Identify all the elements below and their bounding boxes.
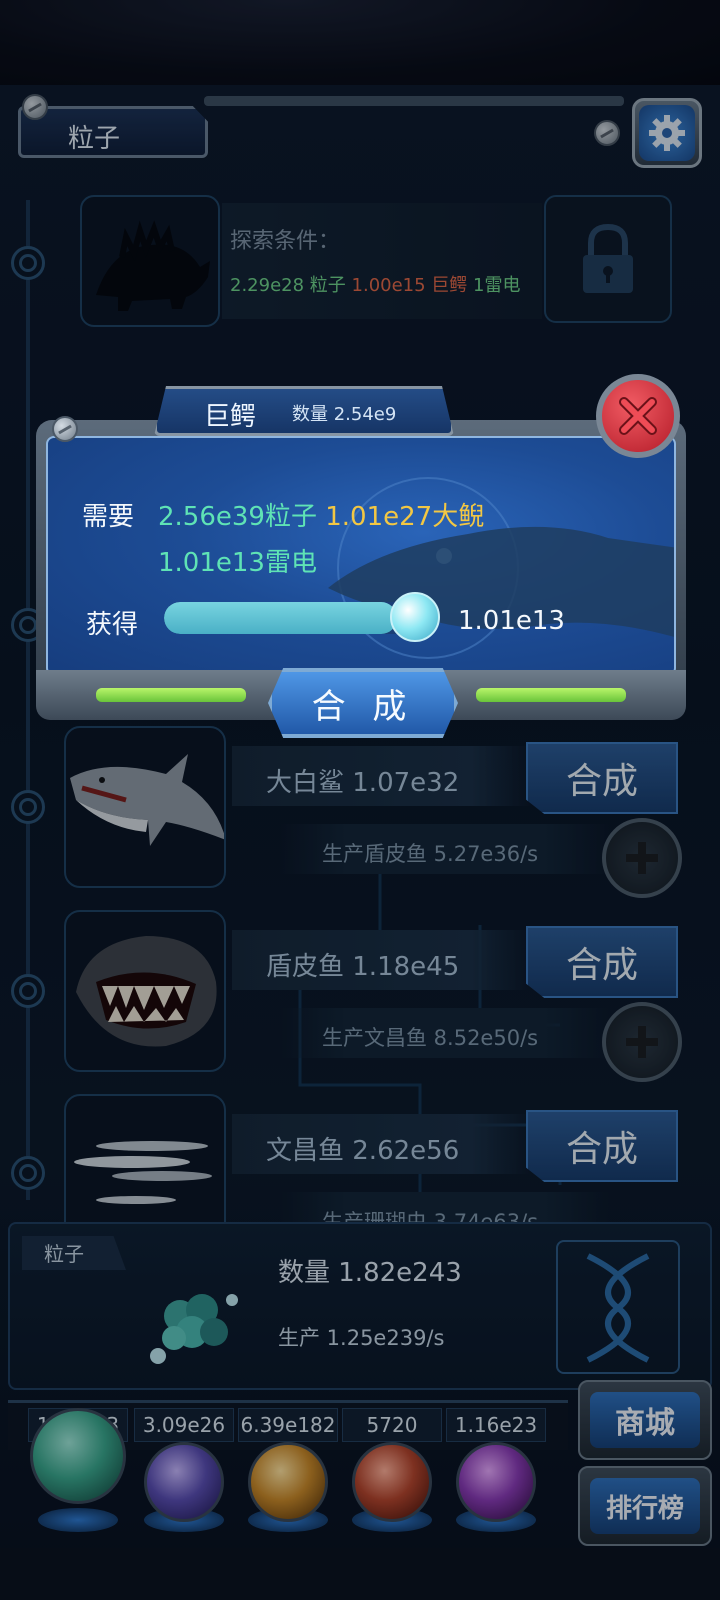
synthesis-dialog: 巨鳄 数量 2.54e9 需要 2.56e39粒子 1.01e27大鲵 1.01… bbox=[36, 374, 686, 740]
need-salamander: 1.01e27大鲵 bbox=[325, 502, 485, 532]
quantity-slider-fill bbox=[164, 602, 397, 634]
energy-bar-left bbox=[96, 688, 246, 702]
modal-backdrop[interactable] bbox=[0, 0, 720, 1600]
close-icon bbox=[619, 397, 657, 435]
quantity-slider-handle[interactable] bbox=[390, 592, 440, 642]
get-label: 获得 bbox=[86, 610, 139, 640]
need-thunder: 1.01e13雷电 bbox=[158, 548, 317, 578]
need-requirements: 2.56e39粒子 1.01e27大鲵 bbox=[158, 496, 484, 533]
crocodile-illustration bbox=[328, 477, 674, 659]
dialog-count: 数量 2.54e9 bbox=[292, 404, 397, 425]
dialog-title: 巨鳄 bbox=[204, 402, 257, 432]
screw-icon bbox=[52, 416, 78, 442]
close-button[interactable] bbox=[596, 374, 680, 458]
need-particle: 2.56e39粒子 bbox=[158, 502, 317, 532]
dialog-body bbox=[46, 436, 676, 676]
energy-bar-right bbox=[476, 688, 626, 702]
need-label: 需要 bbox=[82, 502, 135, 532]
confirm-synthesize-button[interactable]: 合 成 bbox=[268, 668, 458, 738]
get-value: 1.01e13 bbox=[458, 606, 565, 636]
